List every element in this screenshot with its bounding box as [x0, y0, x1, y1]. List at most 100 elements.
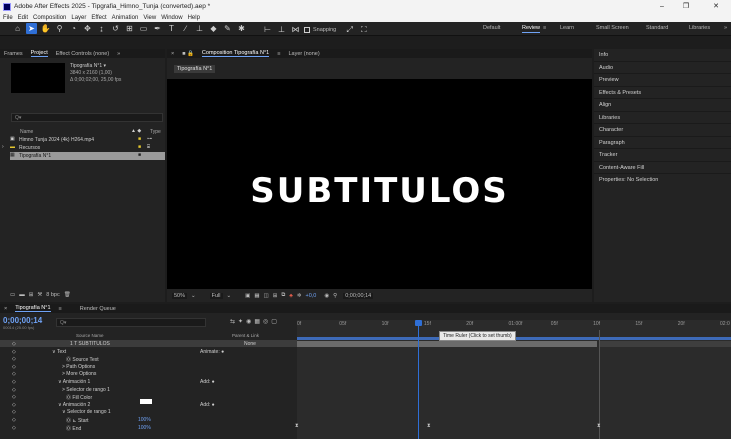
- tab-effect-controls[interactable]: Effect Controls (none): [56, 51, 109, 57]
- column-name[interactable]: Name: [20, 129, 33, 135]
- align-left-icon[interactable]: ⊢: [262, 24, 273, 35]
- workspace-menu-icon[interactable]: ≡: [543, 25, 546, 31]
- tab-project[interactable]: Project: [30, 50, 48, 57]
- visibility-eye-icon[interactable]: ◇: [12, 356, 16, 362]
- region-of-interest-icon[interactable]: ▣: [245, 293, 250, 299]
- layer-duration-bar[interactable]: [297, 341, 597, 347]
- delete-icon[interactable]: 🗑: [64, 292, 71, 298]
- menu-help[interactable]: Help: [188, 15, 200, 21]
- color-channel-icon[interactable]: ♣: [289, 293, 293, 299]
- show-snapshot-icon[interactable]: ⚲: [333, 293, 337, 299]
- column-source-name[interactable]: Source Name: [76, 333, 104, 338]
- keyframe-icon[interactable]: ⧗: [597, 423, 601, 429]
- visibility-eye-icon[interactable]: ◇: [12, 349, 16, 355]
- tab-render-queue[interactable]: Render Queue: [80, 306, 116, 312]
- panel-preview[interactable]: Preview: [594, 74, 731, 87]
- interpret-footage-icon[interactable]: ▭: [10, 292, 15, 298]
- transparency-grid-icon[interactable]: ▦: [254, 293, 259, 299]
- expand-icon[interactable]: ⛶: [358, 24, 369, 35]
- timeline-property-row[interactable]: ◇ ∨ Animación 1 Add: ●: [0, 378, 297, 386]
- panel-audio[interactable]: Audio: [594, 62, 731, 74]
- timeline-property-row[interactable]: ◇ > More Options: [0, 370, 297, 378]
- mask-icon[interactable]: ◫: [264, 293, 269, 299]
- workspace-overflow-icon[interactable]: »: [724, 25, 727, 31]
- keyframe-icon[interactable]: ⧗: [295, 423, 299, 429]
- visibility-eye-icon[interactable]: ◇: [12, 387, 16, 393]
- visibility-eye-icon[interactable]: ◇: [12, 364, 16, 370]
- workspace-default[interactable]: Default: [483, 25, 500, 31]
- visibility-eye-icon[interactable]: ◇: [12, 417, 16, 423]
- bit-depth-button[interactable]: 8 bpc: [46, 292, 59, 298]
- project-item-folder[interactable]: › ▬ Recursos ■ ⌸: [2, 144, 165, 152]
- align-center-icon[interactable]: ⊥: [276, 24, 287, 35]
- label-tag-icon[interactable]: ▲ ◆: [131, 128, 141, 134]
- menu-animation[interactable]: Animation: [112, 15, 139, 21]
- clone-stamp-tool-icon[interactable]: ⊥: [194, 23, 205, 34]
- composition-flowchart-icon[interactable]: ⇆: [230, 318, 235, 325]
- timeline-property-row[interactable]: ◇ Ⓞ ⊾ Start 100%: [0, 416, 297, 424]
- project-item-video[interactable]: ▣ Himno Tunja 2024 (4k) H264.mp4 ■ ⊶: [10, 136, 165, 144]
- close-button[interactable]: ✕: [707, 0, 725, 13]
- close-tab-icon[interactable]: ×: [4, 306, 7, 312]
- maximize-button[interactable]: ❐: [677, 0, 695, 13]
- menu-window[interactable]: Window: [161, 15, 182, 21]
- draft-3d-icon[interactable]: ✦: [238, 318, 243, 325]
- column-type[interactable]: Type: [150, 129, 161, 135]
- snapping-checkbox[interactable]: [304, 26, 310, 33]
- composition-lock-icon[interactable]: ■ 🔒: [182, 51, 194, 57]
- panel-libraries[interactable]: Libraries: [594, 112, 731, 124]
- rotate-tool-icon[interactable]: ↺: [110, 23, 121, 34]
- exposure-icon[interactable]: ✲: [297, 293, 302, 299]
- zoom-dropdown[interactable]: 50%: [172, 292, 188, 299]
- panel-overflow-icon[interactable]: »: [117, 51, 120, 57]
- keyframe-icon[interactable]: ⧗: [427, 423, 431, 429]
- workspace-learn[interactable]: Learn: [560, 25, 574, 31]
- snapshot-camera-icon[interactable]: ◉: [324, 293, 329, 299]
- fill-color-swatch[interactable]: [140, 399, 152, 404]
- visibility-eye-icon[interactable]: ◇: [12, 402, 16, 408]
- menu-view[interactable]: View: [143, 15, 156, 21]
- timeline-property-row[interactable]: ◇ ∨ Text Animate: ●: [0, 348, 297, 356]
- dolly-tool-icon[interactable]: ↨: [96, 23, 107, 34]
- project-search-input[interactable]: Q▾: [11, 113, 163, 122]
- visibility-eye-icon[interactable]: ◇: [12, 394, 16, 400]
- timeline-property-row[interactable]: ◇ 1 T SUBTITULOS: [0, 340, 297, 348]
- visibility-eye-icon[interactable]: ◇: [12, 425, 16, 431]
- property-value[interactable]: Animate: ●: [200, 349, 224, 355]
- menu-composition[interactable]: Composition: [33, 15, 66, 21]
- grid-icon[interactable]: ⊞: [273, 293, 278, 299]
- chevron-down-icon[interactable]: ⌄: [191, 293, 196, 299]
- visibility-eye-icon[interactable]: ◇: [12, 371, 16, 377]
- thumb-name[interactable]: Tipografía N°1 ▾: [70, 63, 106, 69]
- property-value[interactable]: 100%: [138, 425, 151, 431]
- home-icon[interactable]: ⌂: [12, 23, 23, 34]
- timeline-timecode[interactable]: 0;00;00;14: [3, 316, 42, 325]
- property-value[interactable]: Add: ●: [200, 402, 215, 408]
- panel-properties[interactable]: Properties: No Selection: [594, 174, 731, 187]
- current-time-display[interactable]: 0;00;00;14: [343, 292, 374, 299]
- timeline-property-row[interactable]: ◇ > Selector de rango 1: [0, 386, 297, 394]
- playhead-handle[interactable]: [415, 320, 422, 326]
- composition-viewer[interactable]: SUBTITULOS: [167, 79, 592, 289]
- chevron-down-icon[interactable]: ⌄: [227, 293, 232, 299]
- timeline-property-row[interactable]: ◇ ∨ Selector de rango 1: [0, 408, 297, 416]
- property-value[interactable]: 100%: [138, 417, 151, 423]
- workspace-libraries[interactable]: Libraries: [689, 25, 710, 31]
- menu-edit[interactable]: Edit: [18, 15, 28, 21]
- eraser-tool-icon[interactable]: ◆: [208, 23, 219, 34]
- workspace-standard[interactable]: Standard: [646, 25, 668, 31]
- axis-icon[interactable]: ⋈: [290, 24, 301, 35]
- motion-blur-icon[interactable]: ◎: [263, 318, 268, 325]
- timeline-property-row[interactable]: ◇ Ⓞ End 100%: [0, 424, 297, 432]
- panel-content-aware-fill[interactable]: Content-Aware Fill: [594, 162, 731, 174]
- adjust-icon[interactable]: ⚒: [37, 292, 42, 298]
- property-value[interactable]: Add: ●: [200, 379, 215, 385]
- shy-layers-icon[interactable]: ◉: [246, 318, 251, 325]
- close-tab-icon[interactable]: ×: [171, 51, 174, 57]
- resolution-dropdown[interactable]: Full: [209, 292, 223, 299]
- tab-timeline[interactable]: Tipografía N°1: [15, 305, 51, 312]
- menu-file[interactable]: File: [3, 15, 13, 21]
- column-parent-link[interactable]: Parent & Link: [232, 333, 259, 338]
- roto-brush-tool-icon[interactable]: ✎: [222, 23, 233, 34]
- hand-tool-icon[interactable]: ✋: [40, 23, 51, 34]
